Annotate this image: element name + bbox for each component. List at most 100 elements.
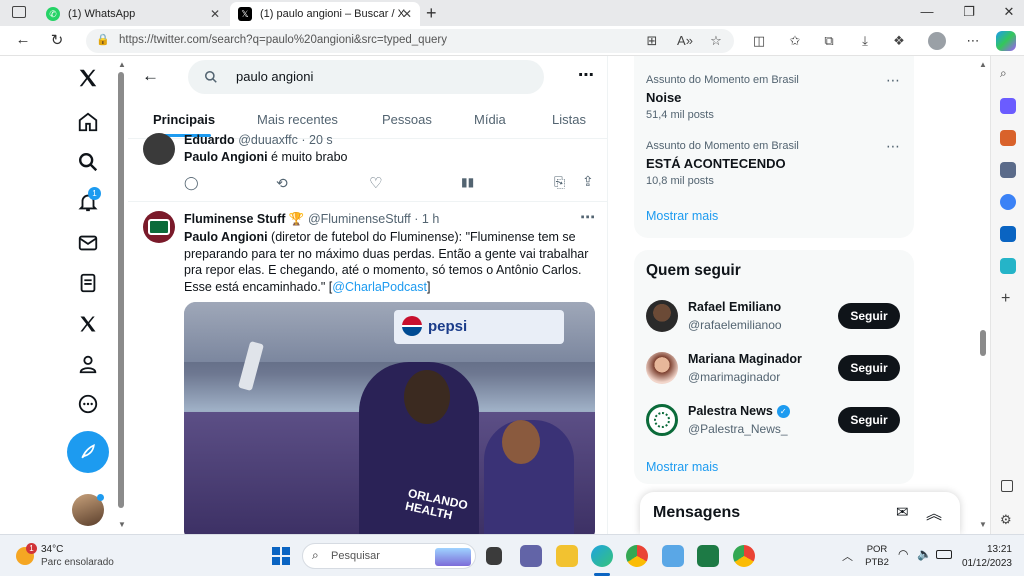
outlook-icon[interactable] xyxy=(1000,226,1016,242)
tweet-item[interactable]: Fluminense Stuff 🏆 @FluminenseStuff · 1 … xyxy=(128,202,607,534)
more-menu-icon[interactable]: ⋯ xyxy=(964,33,982,49)
follow-button[interactable]: Seguir xyxy=(838,303,900,329)
split-screen-icon[interactable]: ◫ xyxy=(750,33,768,49)
author-handle[interactable]: @duuaxffc xyxy=(238,133,298,147)
messages-drawer[interactable]: Mensagens ✉ ︽ xyxy=(640,492,960,534)
tab-listas[interactable]: Listas xyxy=(552,112,586,127)
author-name[interactable]: Fluminense Stuff xyxy=(184,212,285,226)
avatar[interactable] xyxy=(646,300,678,332)
trend-more-icon[interactable]: ⋯ xyxy=(886,138,900,155)
follow-button[interactable]: Seguir xyxy=(838,355,900,381)
chrome-icon[interactable] xyxy=(626,545,648,567)
follow-button[interactable]: Seguir xyxy=(838,407,900,433)
avatar[interactable] xyxy=(143,211,175,243)
repost-icon[interactable]: ⟲ xyxy=(276,175,288,192)
user-name[interactable]: Palestra News xyxy=(688,404,773,418)
user-handle[interactable]: @Palestra_News_ xyxy=(688,422,788,436)
tab-mais-recentes[interactable]: Mais recentes xyxy=(257,112,338,127)
games-icon[interactable] xyxy=(1000,162,1016,178)
premium-x-icon[interactable] xyxy=(76,312,100,336)
search-icon[interactable]: ⌕ xyxy=(1000,66,1007,81)
minimize-button[interactable]: — xyxy=(912,4,942,19)
lists-icon[interactable] xyxy=(76,271,100,295)
scroll-up-arrow[interactable]: ▲ xyxy=(979,60,987,69)
refresh-button[interactable]: ↻ xyxy=(46,31,68,49)
trend-name[interactable]: Noise xyxy=(646,90,902,105)
profile-icon[interactable] xyxy=(76,352,100,376)
weather-widget[interactable]: 1 34°C Parc ensolarado xyxy=(14,543,124,569)
settings-gear-icon[interactable]: ⚙ xyxy=(1000,512,1012,528)
home-icon[interactable] xyxy=(76,110,100,134)
tag-icon[interactable] xyxy=(1000,98,1016,114)
collections-icon[interactable]: ⧉ xyxy=(820,33,838,49)
messages-mail-icon[interactable] xyxy=(76,231,100,255)
search-box[interactable]: paulo angioni xyxy=(188,60,544,94)
author-handle[interactable]: @FluminenseStuff xyxy=(308,212,411,226)
author-name[interactable]: Eduardo xyxy=(184,133,235,147)
task-view-icon[interactable] xyxy=(486,547,502,565)
favorite-star-icon[interactable]: ☆ xyxy=(707,33,725,49)
reply-icon[interactable]: ◯ xyxy=(184,175,199,191)
user-handle[interactable]: @marimaginador xyxy=(688,370,780,384)
scroll-down-arrow[interactable]: ▼ xyxy=(118,520,126,529)
chrome-profile-icon[interactable] xyxy=(733,545,755,567)
search-query[interactable]: paulo angioni xyxy=(236,69,313,84)
teams-icon[interactable] xyxy=(520,545,542,567)
tray-chevron-icon[interactable]: ︿ xyxy=(842,548,853,564)
new-message-icon[interactable]: ✉ xyxy=(896,503,909,521)
copilot-sidebar-icon[interactable] xyxy=(1000,194,1016,210)
views-icon[interactable]: ▮▮ xyxy=(461,175,474,189)
clock[interactable]: 13:21 01/12/2023 xyxy=(960,543,1012,571)
favorites-icon[interactable]: ✩ xyxy=(786,33,804,49)
tab-midia[interactable]: Mídia xyxy=(474,112,506,127)
page-scrollbar[interactable] xyxy=(118,72,124,508)
url-text[interactable]: https://twitter.com/search?q=paulo%20ang… xyxy=(119,34,447,46)
notifications-bell-icon[interactable]: 1 xyxy=(76,187,101,214)
avatar[interactable] xyxy=(646,352,678,384)
sidebar-toggle-icon[interactable] xyxy=(1001,480,1013,492)
like-icon[interactable]: ♡ xyxy=(369,174,382,192)
tweet-photo[interactable]: pepsi ORLANDO HEALTH xyxy=(184,302,595,534)
trend-name[interactable]: ESTÁ ACONTECENDO xyxy=(646,156,902,171)
send-icon[interactable] xyxy=(1000,258,1016,274)
search-settings-icon[interactable]: ⋯ xyxy=(578,65,594,85)
excel-icon[interactable] xyxy=(697,545,719,567)
tweet-more-icon[interactable]: ⋯ xyxy=(580,208,595,226)
user-handle[interactable]: @rafaelemilianoo xyxy=(688,318,782,332)
extensions-icon[interactable]: ❖ xyxy=(890,33,908,49)
show-more-trends-link[interactable]: Mostrar mais xyxy=(646,209,718,223)
trend-more-icon[interactable]: ⋯ xyxy=(886,72,900,89)
show-more-follow-link[interactable]: Mostrar mais xyxy=(646,460,718,474)
file-explorer-icon[interactable] xyxy=(556,545,578,567)
explore-search-icon[interactable] xyxy=(76,150,100,174)
user-name[interactable]: Mariana Maginador xyxy=(688,352,802,366)
trend-item[interactable]: Assunto do Momento em Brasil Noise 51,4 … xyxy=(646,72,902,121)
scroll-down-arrow[interactable]: ▼ xyxy=(979,520,987,529)
close-window-button[interactable]: ✕ xyxy=(994,4,1024,20)
avatar[interactable] xyxy=(646,404,678,436)
apps-icon[interactable]: ⊞ xyxy=(643,33,661,49)
start-windows-icon[interactable] xyxy=(272,547,290,565)
briefcase-icon[interactable] xyxy=(1000,130,1016,146)
read-aloud-icon[interactable]: A» xyxy=(676,33,694,48)
profile-avatar[interactable] xyxy=(928,32,946,50)
tab-principais[interactable]: Principais xyxy=(153,112,215,127)
notepad-icon[interactable] xyxy=(662,545,684,567)
copilot-icon[interactable] xyxy=(996,31,1016,51)
volume-icon[interactable]: 🔈 xyxy=(917,547,932,561)
trend-item[interactable]: Assunto do Momento em Brasil ESTÁ ACONTE… xyxy=(646,138,902,187)
close-icon[interactable]: ✕ xyxy=(402,7,412,21)
compose-post-button[interactable] xyxy=(67,431,109,473)
browser-tab-whatsapp[interactable]: ✆ (1) WhatsApp ✕ xyxy=(38,2,228,26)
back-button[interactable]: ← xyxy=(12,31,34,48)
expand-chevron-icon[interactable]: ︽ xyxy=(926,500,942,524)
wifi-icon[interactable]: ◠ xyxy=(898,547,908,561)
language-indicator[interactable]: POR PTB2 xyxy=(864,543,890,569)
add-icon[interactable]: + xyxy=(1001,290,1010,308)
scroll-up-arrow[interactable]: ▲ xyxy=(118,60,126,69)
battery-icon[interactable] xyxy=(936,550,952,559)
tweet-time[interactable]: 20 s xyxy=(309,133,333,147)
bookmark-icon[interactable]: ⎘ xyxy=(554,174,565,191)
downloads-icon[interactable]: ⤓ xyxy=(856,33,874,49)
mention-link[interactable]: @CharlaPodcast xyxy=(332,280,427,294)
